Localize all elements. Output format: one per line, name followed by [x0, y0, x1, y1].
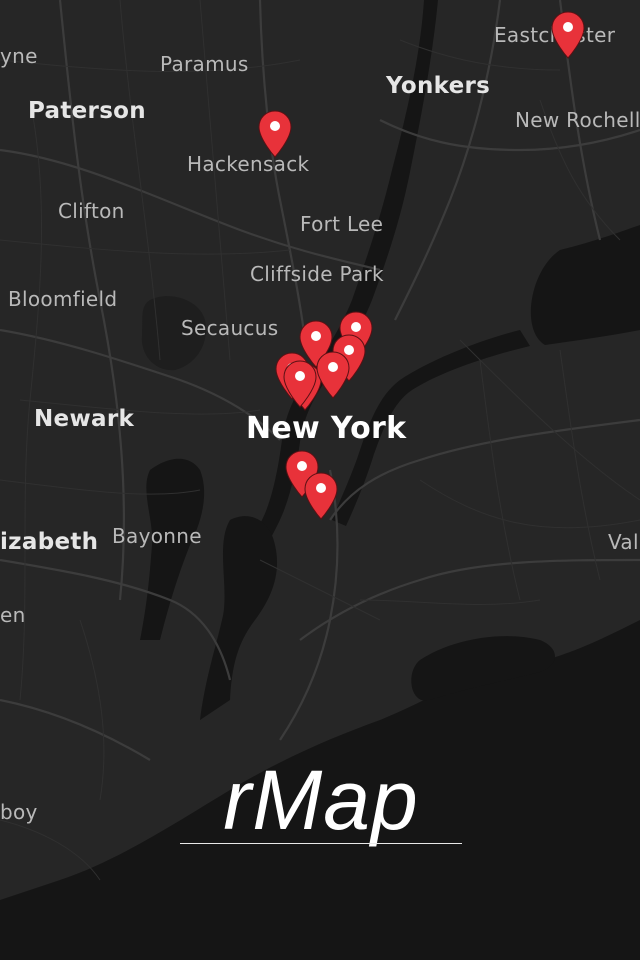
place-label-paramus: Paramus: [160, 52, 249, 76]
map-pin-icon: [283, 360, 317, 408]
place-label-elizabeth: izabeth: [0, 529, 99, 555]
map-pin-icon: [258, 110, 292, 158]
map-view[interactable]: yne Paramus Paterson Hackensack Yonkers …: [0, 0, 640, 960]
marker-downtown-2[interactable]: [304, 472, 338, 520]
marker-eastchester[interactable]: [551, 11, 585, 59]
app-logo: rMap: [180, 752, 462, 848]
marker-midtown-7[interactable]: [316, 351, 350, 399]
map-pin-icon: [316, 351, 350, 399]
place-label-fort-lee: Fort Lee: [300, 212, 384, 236]
place-label-wayne: yne: [0, 44, 38, 68]
place-label-newark: Newark: [34, 406, 135, 432]
place-label-valley-stream: Val: [608, 530, 639, 554]
place-label-secaucus: Secaucus: [181, 316, 279, 340]
place-label-clifton: Clifton: [58, 199, 125, 223]
place-label-cliffside-park: Cliffside Park: [250, 262, 384, 286]
place-label-linden: en: [0, 603, 26, 627]
place-label-bloomfield: Bloomfield: [8, 287, 118, 311]
place-label-yonkers: Yonkers: [386, 73, 491, 99]
place-label-bayonne: Bayonne: [112, 524, 202, 548]
app-title: rMap: [223, 753, 419, 847]
map-pin-icon: [304, 472, 338, 520]
title-underline: [180, 843, 462, 844]
marker-midtown-6[interactable]: [283, 360, 317, 408]
place-label-amboy: boy: [0, 800, 38, 824]
marker-hackensack[interactable]: [258, 110, 292, 158]
place-label-paterson: Paterson: [28, 98, 146, 124]
place-label-new-rochelle: New Rochelle: [515, 108, 640, 132]
map-pin-icon: [551, 11, 585, 59]
place-label-new-york: New York: [246, 411, 407, 446]
